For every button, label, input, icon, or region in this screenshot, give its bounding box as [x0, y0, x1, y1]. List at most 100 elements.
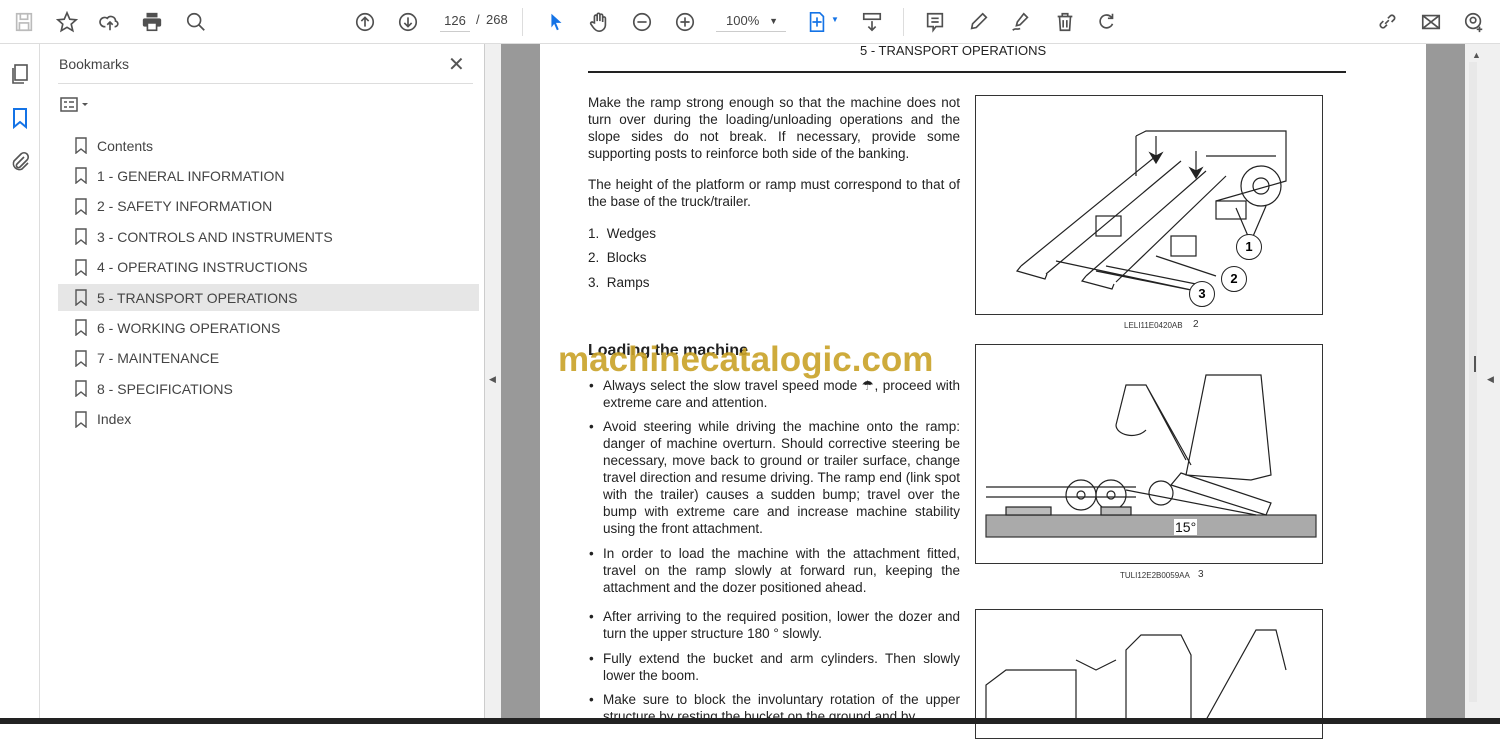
- chevron-left-icon: ◀: [489, 374, 496, 384]
- collapse-panel-button[interactable]: ◀: [485, 44, 501, 724]
- figure-code: TULI12E2B0059AA: [1120, 571, 1190, 580]
- account-icon[interactable]: [1460, 8, 1488, 36]
- chevron-down-icon[interactable]: ▼: [831, 15, 839, 24]
- bullet-item: Avoid steering while driving the machine…: [603, 419, 960, 536]
- scrollbar-thumb[interactable]: [1474, 356, 1476, 372]
- scrollbar-track[interactable]: [1469, 62, 1477, 702]
- search-icon[interactable]: [182, 8, 210, 36]
- list-item: 2. Blocks: [588, 250, 647, 265]
- navigation-rail: [0, 44, 40, 724]
- bookmarks-panel: Bookmarks ✕ Contents 1 - GENERAL INFORMAT…: [40, 44, 485, 724]
- list-item: 3. Ramps: [588, 275, 650, 290]
- taskbar-edge: [0, 718, 1500, 724]
- bullet-item: Fully extend the bucket and arm cylinder…: [603, 651, 960, 683]
- bullet-item: Always select the slow travel speed mode…: [603, 378, 960, 410]
- bookmark-icon: [75, 167, 87, 185]
- bookmark-label: Contents: [97, 137, 154, 154]
- bookmark-item[interactable]: 2 - SAFETY INFORMATION: [58, 193, 479, 220]
- pages-thumbnail-icon[interactable]: [8, 62, 32, 86]
- bullet-marker: •: [589, 419, 594, 434]
- attachment-icon[interactable]: [8, 150, 32, 174]
- close-icon[interactable]: ✕: [448, 52, 465, 77]
- paragraph: The height of the platform or ramp must …: [588, 177, 960, 209]
- chevron-down-icon: ▼: [769, 16, 778, 26]
- divider: [58, 83, 473, 84]
- bookmark-icon: [75, 380, 87, 398]
- panel-title: Bookmarks: [59, 56, 130, 72]
- chevron-left-icon[interactable]: ◀: [1487, 374, 1494, 385]
- list-options-icon: [60, 97, 88, 112]
- previous-page-icon[interactable]: [351, 8, 379, 36]
- next-page-icon[interactable]: [394, 8, 422, 36]
- bookmark-item[interactable]: Contents: [58, 132, 479, 159]
- bookmark-label: 8 - SPECIFICATIONS: [97, 380, 233, 397]
- bookmark-item[interactable]: 3 - CONTROLS AND INSTRUMENTS: [58, 223, 479, 250]
- fit-page-icon[interactable]: [803, 8, 831, 36]
- figure-excavator-ramp: 15°: [975, 344, 1323, 564]
- watermark: machinecatalogic.com: [558, 340, 934, 379]
- bookmark-panel-icon[interactable]: [8, 106, 32, 130]
- bookmark-icon: [75, 350, 87, 367]
- callout: 3: [1189, 281, 1215, 307]
- hand-tool-icon[interactable]: [585, 8, 613, 36]
- bookmark-icon: [75, 198, 87, 215]
- star-icon[interactable]: [53, 8, 81, 36]
- zoom-in-icon[interactable]: [671, 8, 699, 36]
- bookmark-item[interactable]: 1 - GENERAL INFORMATION: [58, 162, 479, 189]
- save-icon[interactable]: [10, 8, 38, 36]
- sign-pen-icon[interactable]: [1007, 8, 1035, 36]
- comment-icon[interactable]: [921, 8, 949, 36]
- bookmark-item[interactable]: Index: [58, 406, 479, 433]
- bookmark-icon: [75, 319, 87, 337]
- upload-cloud-icon[interactable]: [96, 8, 124, 36]
- figure-number: 2: [1193, 319, 1199, 330]
- redo-icon[interactable]: [1093, 8, 1121, 36]
- select-cursor-icon[interactable]: [542, 8, 570, 36]
- scroll-up-icon[interactable]: ▲: [1472, 50, 1481, 60]
- page-total: 268: [486, 12, 508, 27]
- email-icon[interactable]: [1417, 8, 1445, 36]
- bookmark-icon: [75, 137, 87, 154]
- bookmark-item[interactable]: 6 - WORKING OPERATIONS: [58, 314, 479, 341]
- bookmark-label: 5 - TRANSPORT OPERATIONS: [97, 289, 298, 306]
- print-icon[interactable]: [138, 8, 166, 36]
- bookmark-label: 4 - OPERATING INSTRUCTIONS: [97, 259, 308, 276]
- scroll-mode-icon[interactable]: [858, 8, 886, 36]
- delete-icon[interactable]: [1051, 8, 1079, 36]
- list-item: 1. Wedges: [588, 226, 657, 241]
- bullet-marker: •: [589, 609, 594, 624]
- toolbar: 126 / 268 100% ▼ ▼: [0, 0, 1500, 44]
- bookmark-options-button[interactable]: [60, 96, 94, 114]
- zoom-level-select[interactable]: 100% ▼: [716, 10, 786, 32]
- bullet-item: In order to load the machine with the at…: [603, 546, 960, 595]
- divider: [522, 8, 523, 36]
- bookmark-item[interactable]: 8 - SPECIFICATIONS: [58, 375, 479, 402]
- bookmark-label: Index: [97, 411, 132, 428]
- bookmark-label: 3 - CONTROLS AND INSTRUMENTS: [97, 228, 333, 245]
- bookmark-label: 7 - MAINTENANCE: [97, 350, 220, 367]
- vertical-scrollbar[interactable]: ▲ ◀: [1465, 44, 1500, 724]
- page-number-input[interactable]: 126: [440, 10, 470, 32]
- figure-number: 3: [1198, 569, 1204, 580]
- zoom-value: 100%: [726, 13, 760, 28]
- figure-code: LELI11E0420AB: [1124, 321, 1183, 330]
- figure-ramp-diagram: 1 2 3: [975, 95, 1323, 315]
- bullet-marker: •: [589, 546, 594, 561]
- paragraph: Make the ramp strong enough so that the …: [588, 95, 960, 161]
- bookmark-icon: [75, 289, 87, 306]
- page-separator: /: [476, 12, 480, 27]
- bookmark-label: 6 - WORKING OPERATIONS: [97, 319, 281, 336]
- bookmark-item[interactable]: 5 - TRANSPORT OPERATIONS: [58, 284, 479, 311]
- bookmark-icon: [75, 258, 87, 276]
- highlight-pen-icon[interactable]: [965, 8, 993, 36]
- bookmark-label: 1 - GENERAL INFORMATION: [97, 167, 285, 184]
- page-header: 5 - TRANSPORT OPERATIONS: [860, 43, 1047, 58]
- bookmark-item[interactable]: 4 - OPERATING INSTRUCTIONS: [58, 254, 479, 281]
- callout: 1: [1236, 234, 1262, 260]
- share-link-icon[interactable]: [1373, 8, 1401, 36]
- zoom-out-icon[interactable]: [628, 8, 656, 36]
- callout: 2: [1221, 266, 1247, 292]
- bookmark-icon: [75, 410, 87, 428]
- bookmark-item[interactable]: 7 - MAINTENANCE: [58, 345, 479, 372]
- header-rule: [588, 71, 1346, 73]
